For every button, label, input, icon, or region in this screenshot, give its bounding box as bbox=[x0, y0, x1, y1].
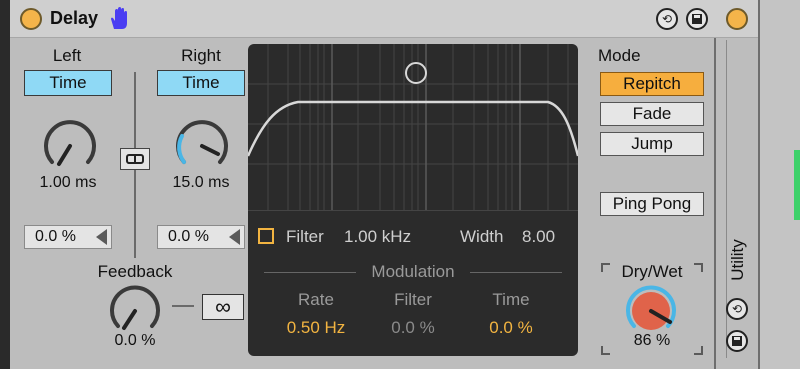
utility-power-button[interactable] bbox=[726, 8, 748, 30]
save-preset-icon[interactable] bbox=[686, 8, 708, 30]
utility-title: Utility bbox=[728, 239, 747, 281]
filter-enable-checkbox[interactable] bbox=[258, 228, 274, 244]
left-edge bbox=[0, 0, 10, 369]
utility-title-bar bbox=[716, 0, 758, 38]
modulation-rule-left bbox=[264, 272, 356, 273]
delay-power-button[interactable] bbox=[20, 8, 42, 30]
feedback-connector bbox=[172, 305, 194, 307]
filter-panel: Filter 1.00 kHz Width 8.00 Modulation Ra… bbox=[248, 44, 578, 356]
graph-divider bbox=[248, 210, 578, 211]
filter-frequency-value[interactable]: 1.00 kHz bbox=[344, 227, 411, 247]
dry-wet-label: Dry/Wet bbox=[621, 262, 683, 281]
hand-icon bbox=[108, 7, 130, 36]
left-time-button[interactable]: Time bbox=[24, 70, 112, 96]
feedback-value: 0.0 % bbox=[114, 332, 156, 349]
link-channels-button[interactable] bbox=[120, 148, 150, 170]
mod-filter-label: Filter bbox=[394, 290, 432, 309]
mod-time-label: Time bbox=[492, 290, 530, 309]
left-label: Left bbox=[52, 46, 82, 65]
dry-wet-value: 86 % bbox=[633, 332, 671, 349]
left-time-knob[interactable] bbox=[42, 118, 98, 179]
modulation-rule-right bbox=[470, 272, 562, 273]
modulation-label: Modulation bbox=[371, 262, 455, 281]
hot-swap-icon[interactable]: ⟲ bbox=[656, 8, 678, 30]
meter-strip bbox=[794, 150, 800, 220]
feedback-label: Feedback bbox=[97, 262, 173, 281]
utility-save-preset-icon[interactable] bbox=[726, 330, 748, 352]
link-icon bbox=[126, 154, 144, 164]
right-time-knob[interactable] bbox=[174, 118, 230, 179]
utility-hot-swap-icon[interactable]: ⟲ bbox=[726, 298, 748, 320]
mode-fade-button[interactable]: Fade bbox=[600, 102, 704, 126]
next-device-edge bbox=[760, 0, 800, 369]
mod-time-value[interactable]: 0.0 % bbox=[464, 318, 558, 338]
right-offset-arrow-icon[interactable] bbox=[229, 229, 240, 245]
utility-device: Utility ⟲ bbox=[716, 0, 760, 369]
mod-filter-value[interactable]: 0.0 % bbox=[366, 318, 460, 338]
mode-label: Mode bbox=[598, 46, 641, 65]
left-time-value: 1.00 ms bbox=[39, 174, 97, 191]
filter-graph[interactable] bbox=[248, 44, 578, 210]
left-offset-arrow-icon[interactable] bbox=[96, 229, 107, 245]
width-value[interactable]: 8.00 bbox=[522, 227, 555, 247]
mod-rate-value[interactable]: 0.50 Hz bbox=[270, 318, 362, 338]
delay-title: Delay bbox=[50, 8, 99, 28]
right-time-value: 15.0 ms bbox=[172, 174, 230, 191]
filter-label: Filter bbox=[286, 227, 324, 246]
right-time-button[interactable]: Time bbox=[157, 70, 245, 96]
width-label: Width bbox=[460, 227, 504, 246]
mode-jump-button[interactable]: Jump bbox=[600, 132, 704, 156]
right-label: Right bbox=[181, 46, 221, 65]
freeze-button[interactable]: ∞ bbox=[202, 294, 244, 320]
delay-title-bar: Delay ⟲ bbox=[10, 0, 716, 38]
ping-pong-button[interactable]: Ping Pong bbox=[600, 192, 704, 216]
mode-repitch-button[interactable]: Repitch bbox=[600, 72, 704, 96]
filter-handle[interactable] bbox=[405, 62, 427, 84]
mod-rate-label: Rate bbox=[298, 290, 334, 309]
